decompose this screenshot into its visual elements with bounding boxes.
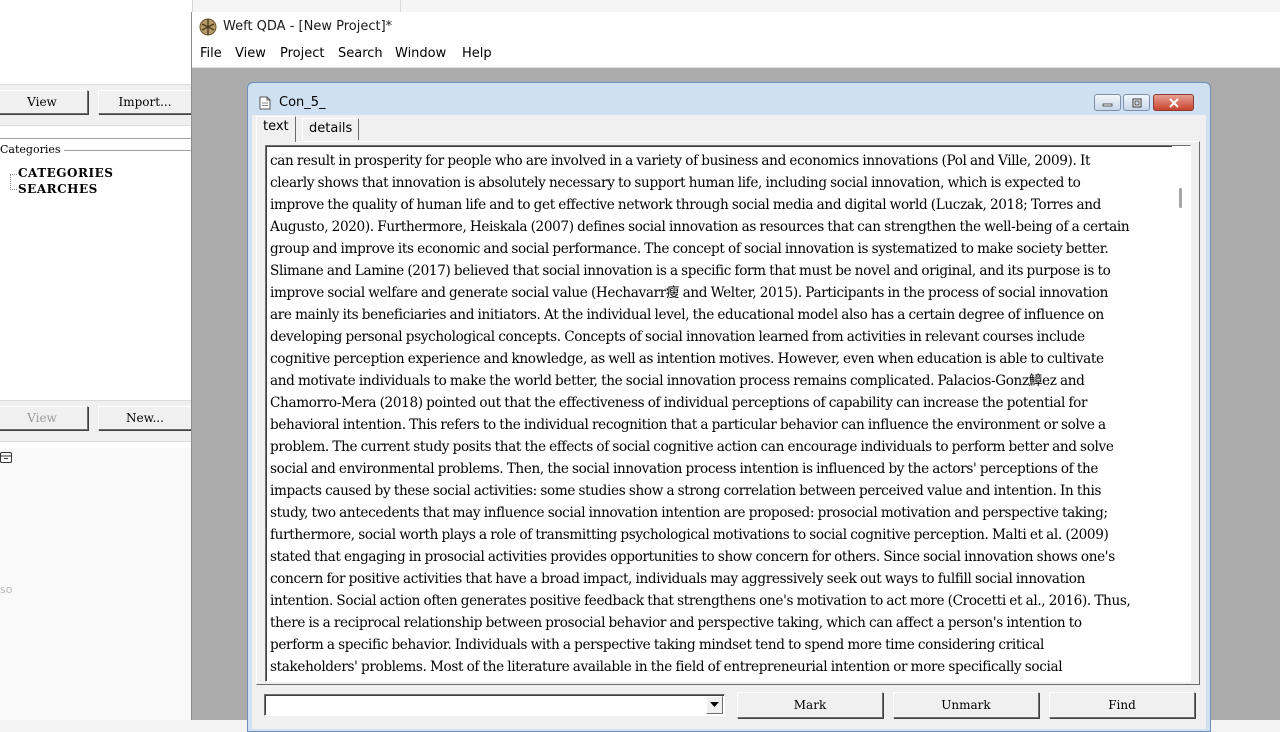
tree-item-searches[interactable]: SEARCHES bbox=[18, 182, 98, 196]
menu-bar: File View Project Search Window Help bbox=[192, 43, 1280, 68]
find-button[interactable]: Find bbox=[1049, 692, 1195, 718]
text-line: impacts caused by these social activitie… bbox=[270, 483, 1102, 499]
text-line: Augusto, 2020). Furthermore, Heiskala (2… bbox=[270, 219, 1130, 235]
text-line: can result in prosperity for people who … bbox=[270, 153, 1091, 169]
tab-details[interactable]: details bbox=[302, 118, 360, 140]
group-divider bbox=[0, 138, 192, 140]
tab-pane-text: can result in prosperity for people who … bbox=[256, 141, 1200, 685]
combo-dropdown-button[interactable] bbox=[706, 696, 723, 714]
minimize-icon bbox=[1102, 103, 1113, 106]
document-text: can result in prosperity for people who … bbox=[270, 150, 1176, 678]
tree-connector bbox=[10, 174, 11, 190]
categories-group-label: Categories bbox=[0, 143, 64, 156]
text-line: clearly shows that innovation is absolut… bbox=[270, 175, 1081, 191]
text-line: furthermore, social worth plays a role o… bbox=[270, 527, 1109, 543]
new-category-button[interactable]: New... bbox=[98, 406, 192, 430]
close-button[interactable] bbox=[1153, 94, 1194, 111]
menu-view[interactable]: View bbox=[233, 46, 268, 61]
document-title: Con_5_ bbox=[279, 95, 326, 110]
document-title-bar: Con_5_ bbox=[248, 83, 1210, 115]
text-line: Slimane and Lamine (2017) believed that … bbox=[270, 263, 1111, 279]
menu-search[interactable]: Search bbox=[336, 46, 385, 61]
vertical-scrollbar[interactable] bbox=[1172, 146, 1190, 681]
text-line: are mainly its beneficiaries and initiat… bbox=[270, 307, 1104, 323]
minimize-button[interactable] bbox=[1094, 94, 1121, 111]
text-line: cognitive perception experience and know… bbox=[270, 351, 1104, 367]
scrollbar-thumb[interactable] bbox=[1179, 188, 1182, 208]
text-line: Chamorro-Mera (2018) pointed out that th… bbox=[270, 395, 1088, 411]
text-line: perform a specific behavior. Individuals… bbox=[270, 637, 1044, 653]
background-panel bbox=[0, 448, 192, 720]
document-text-area[interactable]: can result in prosperity for people who … bbox=[265, 145, 1191, 682]
text-line: social and environmental problems. Then,… bbox=[270, 461, 1099, 477]
archive-icon bbox=[0, 452, 12, 463]
text-line: improve the quality of human life and to… bbox=[270, 197, 1101, 213]
text-line: group and improve its economic and socia… bbox=[270, 241, 1109, 257]
category-combo[interactable] bbox=[264, 694, 725, 716]
document-window: Con_5_ text details can result in prospe… bbox=[247, 82, 1211, 732]
tab-text[interactable]: text bbox=[256, 116, 296, 142]
text-line: problem. The current study posits that t… bbox=[270, 439, 1114, 455]
text-line: study, two antecedents that may influenc… bbox=[270, 505, 1108, 521]
text-line: behavioral intention. This refers to the… bbox=[270, 417, 1106, 433]
text-line: and motivate individuals to make the wor… bbox=[270, 373, 1085, 389]
restore-icon bbox=[1132, 98, 1141, 107]
tree-connector bbox=[10, 189, 17, 190]
documents-toolbar: View Import... bbox=[0, 84, 192, 126]
menu-help[interactable]: Help bbox=[460, 46, 494, 61]
close-icon bbox=[1168, 97, 1179, 108]
text-line: concern for positive activities that hav… bbox=[270, 571, 1085, 587]
menu-project[interactable]: Project bbox=[278, 46, 326, 61]
unmark-button[interactable]: Unmark bbox=[893, 692, 1039, 718]
text-line: there is a reciprocal relationship betwe… bbox=[270, 615, 1082, 631]
background-divider bbox=[400, 0, 401, 12]
view-document-button[interactable]: View bbox=[0, 90, 88, 114]
menu-window[interactable]: Window bbox=[393, 46, 448, 61]
text-line: stakeholders' problems. Most of the lite… bbox=[270, 659, 1063, 675]
project-panel: View Import... Categories CATEGORIES SEA… bbox=[0, 0, 193, 448]
categories-toolbar: View New... bbox=[0, 400, 192, 442]
text-line: stated that engaging in prosocial activi… bbox=[270, 549, 1115, 565]
text-line: developing personal psychological concep… bbox=[270, 329, 1085, 345]
text-line: improve social welfare and generate soci… bbox=[270, 285, 1109, 301]
document-icon bbox=[259, 96, 271, 110]
restore-button[interactable] bbox=[1123, 94, 1150, 111]
weft-app-icon bbox=[199, 18, 217, 36]
view-category-button[interactable]: View bbox=[0, 406, 88, 430]
import-button[interactable]: Import... bbox=[98, 90, 192, 114]
chevron-down-icon bbox=[710, 702, 719, 707]
menu-file[interactable]: File bbox=[198, 46, 224, 61]
tree-connector bbox=[10, 174, 17, 175]
coding-toolbar: Mark Unmark Find bbox=[252, 688, 1206, 728]
tree-item-categories[interactable]: CATEGORIES bbox=[18, 166, 113, 180]
window-title: Weft QDA - [New Project]* bbox=[223, 19, 393, 34]
text-line: intention. Social action often generates… bbox=[270, 593, 1131, 609]
faint-text: so bbox=[0, 583, 13, 596]
mark-button[interactable]: Mark bbox=[737, 692, 883, 718]
weft-main-window: Weft QDA - [New Project]* File View Proj… bbox=[191, 12, 1280, 732]
document-body: text details can result in prosperity fo… bbox=[252, 115, 1206, 729]
title-bar: Weft QDA - [New Project]* bbox=[192, 12, 1280, 43]
